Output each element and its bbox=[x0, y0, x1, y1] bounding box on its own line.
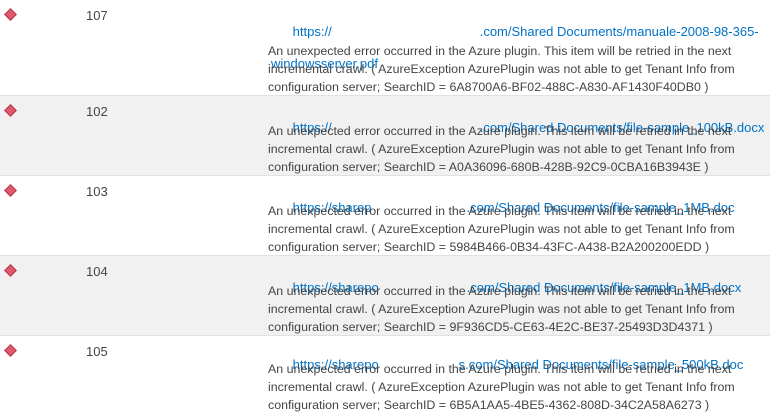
error-message: An unexpected error occurred in the Azur… bbox=[268, 124, 735, 174]
item-id: 102 bbox=[86, 104, 108, 119]
item-id: 105 bbox=[86, 344, 108, 359]
item-id: 103 bbox=[86, 184, 108, 199]
error-diamond-icon bbox=[4, 8, 17, 21]
url-prefix: https:// bbox=[292, 24, 332, 39]
error-message: An unexpected error occurred in the Azur… bbox=[268, 44, 735, 94]
table-row: 104 https://sharepointdomainblogs.com/Sh… bbox=[0, 256, 770, 336]
crawl-error-log: 107 https://sharepointdomain365.com/Shar… bbox=[0, 0, 770, 414]
error-diamond-icon bbox=[4, 264, 17, 277]
item-id: 107 bbox=[86, 8, 108, 23]
error-message: An unexpected error occurred in the Azur… bbox=[268, 204, 735, 254]
item-id: 104 bbox=[86, 264, 108, 279]
error-diamond-icon bbox=[4, 184, 17, 197]
error-message: An unexpected error occurred in the Azur… bbox=[268, 362, 735, 412]
error-diamond-icon bbox=[4, 104, 17, 117]
table-row: 107 https://sharepointdomain365.com/Shar… bbox=[0, 0, 770, 96]
url-redacted: sharepointdomain365 bbox=[331, 24, 480, 40]
error-message: An unexpected error occurred in the Azur… bbox=[268, 284, 735, 334]
error-diamond-icon bbox=[4, 344, 17, 357]
url-suffix: .com/Shared Documents/manuale-2008-98-36… bbox=[479, 24, 759, 39]
table-row: 103 https://sharepointdomainblogs.com/Sh… bbox=[0, 176, 770, 256]
table-row: 102 https://sharepointdomain365blogs.com… bbox=[0, 96, 770, 176]
table-row: 105 https://sharepointdomainblogs.com/Sh… bbox=[0, 336, 770, 414]
